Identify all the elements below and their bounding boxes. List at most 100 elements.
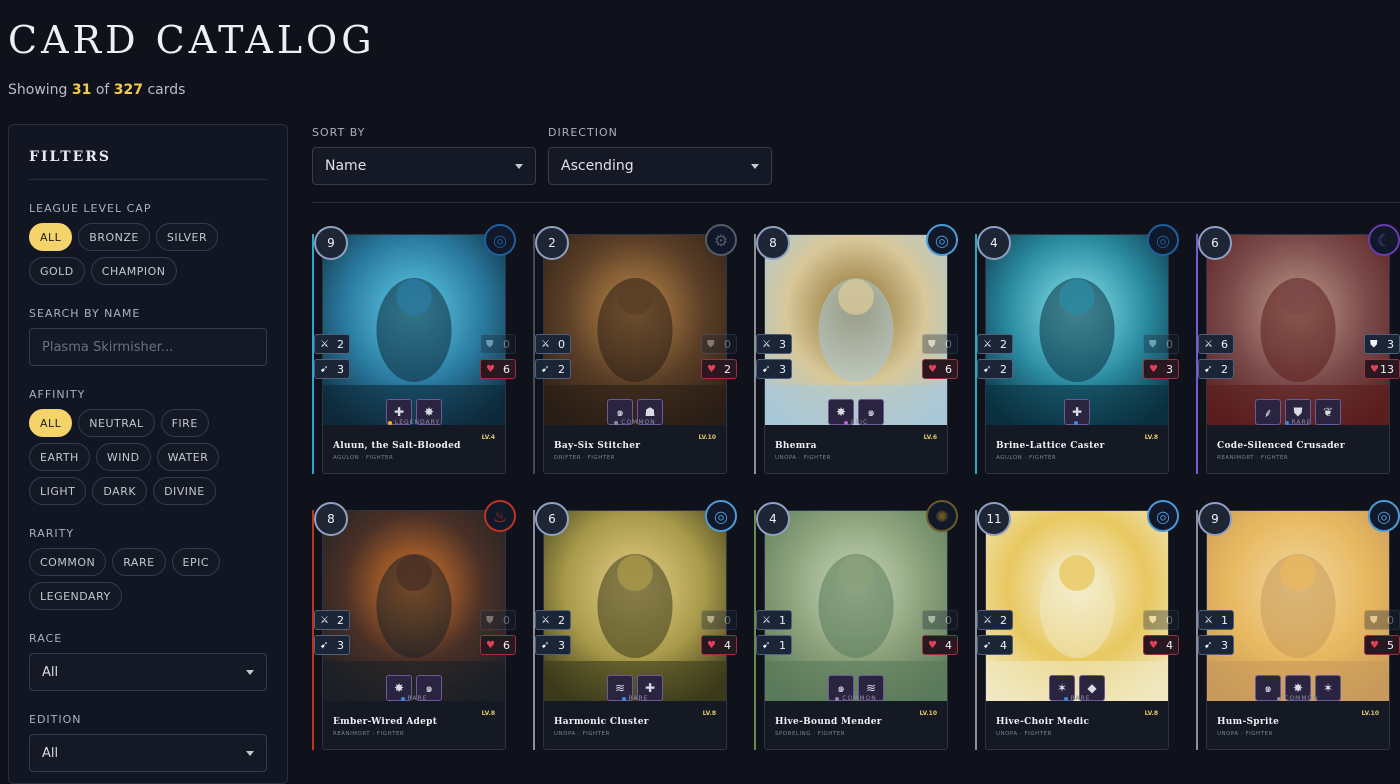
attack-stat: ⚔ 2 [314, 610, 350, 630]
card-tile[interactable]: ๑ ≋ COMMON LV.10 Hive-Bound Mender SPORELING … [754, 498, 958, 752]
armor-stat: ⛊ 3 [1364, 334, 1400, 354]
affinity-chip-water[interactable]: WATER [156, 443, 220, 471]
speed-value: 3 [337, 362, 344, 376]
edition-label: EDITION [29, 713, 82, 726]
mana-cost-badge: 2 [535, 226, 569, 260]
affinity-chip-neutral[interactable]: NEUTRAL [78, 409, 155, 437]
search-input[interactable] [29, 328, 267, 366]
rarity-chip-common[interactable]: COMMON [29, 548, 107, 576]
card-tile[interactable]: ✸ ๑ EPIC LV.6 Bhemra UNOPA · FIGHTER 8 ◎ ⚔ 3 ➹ 3 ⛊ 0 ♥… [754, 222, 958, 476]
armor-icon: ⛊ [486, 338, 494, 350]
armor-value: 0 [1387, 613, 1394, 627]
card-rarity-label: COMMON [621, 419, 656, 426]
card-rarity-label: EPIC [850, 419, 869, 426]
earth-icon: ✺ [926, 500, 958, 532]
armor-icon: ⛊ [928, 614, 936, 626]
card-artwork [1207, 235, 1389, 425]
attack-stat: ⚔ 3 [756, 334, 792, 354]
speed-stat: ➹ 3 [756, 359, 792, 379]
card-footer: RARE LV.8 Hive-Choir Medic UNOPA · FIGHTER [986, 695, 1168, 749]
card-tile[interactable]: ✸ ๑ RARE LV.8 Ember-Wired Adept REANIMORT · F… [312, 498, 516, 752]
speed-stat: ➹ 3 [314, 359, 350, 379]
affinity-chip-light[interactable]: LIGHT [29, 477, 87, 505]
armor-value: 0 [724, 613, 731, 627]
affinity-chip-dark[interactable]: DARK [92, 477, 148, 505]
speed-icon: ➹ [320, 639, 329, 651]
card-tile[interactable]: ๑ ✸ ✶ COMMON LV.10 Hum-Sprite UNOPA · FIGHTER 9… [1196, 498, 1400, 752]
card-artwork [544, 511, 726, 701]
heart-icon: ♥ [486, 639, 495, 651]
card-tile[interactable]: ๑ ☗ COMMON LV.10 Bay-Six Stitcher DRIFTER · F… [533, 222, 737, 476]
wind-swirl-icon: ◎ [926, 224, 958, 256]
card-frame: ✚ ✸ LEGENDARY LV.4 Aluun, the Salt-Blooded AG… [322, 234, 506, 474]
card-artwork [986, 511, 1168, 701]
affinity-chip-divine[interactable]: DIVINE [153, 477, 216, 505]
health-value: 5 [1387, 638, 1394, 652]
card-rarity: COMMON [544, 419, 726, 426]
health-stat: ♥ 2 [701, 359, 737, 379]
league-chip-gold[interactable]: GOLD [29, 257, 85, 285]
card-frame: ✸ ๑ EPIC LV.6 Bhemra UNOPA · FIGHTER [764, 234, 948, 474]
health-stat: ♥ 4 [922, 635, 958, 655]
card-art-image [1207, 235, 1389, 425]
card-name: Bhemra [775, 441, 817, 451]
card-rarity-bar [1196, 234, 1198, 474]
page-title: CARD CATALOG [8, 18, 376, 62]
card-level: LV.6 [923, 434, 937, 441]
card-race-class: REANIMORT · FIGHTER [333, 731, 405, 737]
card-footer: EPIC LV.6 Bhemra UNOPA · FIGHTER [765, 419, 947, 473]
speed-stat: ➹ 4 [977, 635, 1013, 655]
attack-icon: ⚔ [983, 614, 992, 626]
health-value: 6 [945, 362, 952, 376]
card-frame: ✶ ◆ RARE LV.8 Hive-Choir Medic UNOPA · FIGHTE… [985, 510, 1169, 750]
health-value: 2 [724, 362, 731, 376]
mana-cost-badge: 6 [535, 502, 569, 536]
speed-stat: ➹ 3 [314, 635, 350, 655]
speed-value: 3 [779, 362, 786, 376]
attack-stat: ⚔ 0 [535, 334, 571, 354]
armor-stat: ⛊ 0 [1143, 610, 1179, 630]
rarity-chip-rare[interactable]: RARE [112, 548, 166, 576]
affinity-chip-fire[interactable]: FIRE [160, 409, 209, 437]
rarity-chip-legendary[interactable]: LEGENDARY [29, 582, 122, 610]
shown-count: 31 [71, 82, 92, 98]
affinity-chip-wind[interactable]: WIND [95, 443, 151, 471]
race-select[interactable]: All [29, 653, 267, 691]
attack-stat: ⚔ 2 [535, 610, 571, 630]
sort-by-select[interactable]: Name [312, 147, 536, 185]
league-chip-bronze[interactable]: BRONZE [78, 223, 150, 251]
card-race-class: REANIMORT · FIGHTER [1217, 455, 1289, 461]
card-level: LV.8 [481, 710, 495, 717]
card-art-image [765, 235, 947, 425]
card-tile[interactable]: ⸙ ⛊ ❦ RARE Code-Silenced Crusader REANIMORT ·… [1196, 222, 1400, 476]
cards-label: cards [147, 82, 186, 98]
attack-value: 6 [1221, 337, 1228, 351]
armor-value: 0 [945, 613, 952, 627]
league-chip-silver[interactable]: SILVER [155, 223, 219, 251]
card-tile[interactable]: ≋ ✚ RARE LV.8 Harmonic Cluster UNOPA · FIGHTE… [533, 498, 737, 752]
card-art-image [544, 235, 726, 425]
health-stat: ♥ 4 [1143, 635, 1179, 655]
health-value: 3 [1166, 362, 1173, 376]
card-rarity-bar [533, 510, 535, 750]
card-tile[interactable]: ✚ LV.8 Brine-Lattice Caster AGULON · FIGHTE… [975, 222, 1179, 476]
filters-panel: FILTERS LEAGUE LEVEL CAP ALL BRONZE SILV… [8, 124, 288, 784]
card-rarity: RARE [544, 695, 726, 702]
direction-select[interactable]: Ascending [548, 147, 772, 185]
card-artwork [986, 235, 1168, 425]
card-tile[interactable]: ✶ ◆ RARE LV.8 Hive-Choir Medic UNOPA · FIGHTE… [975, 498, 1179, 752]
armor-icon: ⛊ [707, 338, 715, 350]
league-chip-champion[interactable]: CHAMPION [90, 257, 177, 285]
rarity-chip-epic[interactable]: EPIC [171, 548, 221, 576]
affinity-chip-all[interactable]: ALL [29, 409, 73, 437]
card-tile[interactable]: ✚ ✸ LEGENDARY LV.4 Aluun, the Salt-Blooded AG… [312, 222, 516, 476]
card-rarity: RARE [323, 695, 505, 702]
health-stat: ♥ 3 [1143, 359, 1179, 379]
affinity-chip-earth[interactable]: EARTH [29, 443, 90, 471]
health-stat: ♥ 6 [480, 635, 516, 655]
league-chip-all[interactable]: ALL [29, 223, 73, 251]
mana-cost-badge: 8 [756, 226, 790, 260]
card-rarity: RARE [1207, 419, 1389, 426]
edition-select[interactable]: All [29, 734, 267, 772]
card-footer: COMMON LV.10 Hum-Sprite UNOPA · FIGHTER [1207, 695, 1389, 749]
